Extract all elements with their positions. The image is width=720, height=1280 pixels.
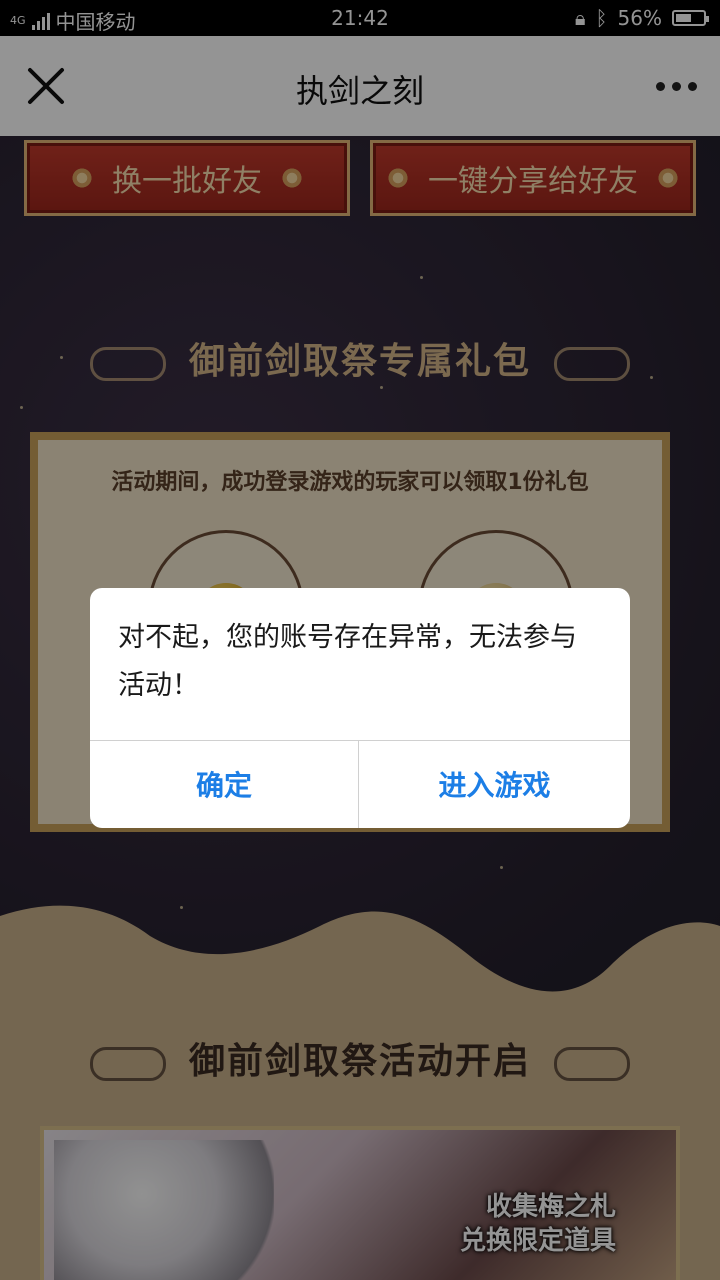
enter-game-button[interactable]: 进入游戏 [359,740,630,828]
alert-dialog: 对不起，您的账号存在异常，无法参与活动！ 确定 进入游戏 [90,588,630,828]
confirm-button[interactable]: 确定 [90,740,358,828]
dialog-message: 对不起，您的账号存在异常，无法参与活动！ [118,622,577,701]
